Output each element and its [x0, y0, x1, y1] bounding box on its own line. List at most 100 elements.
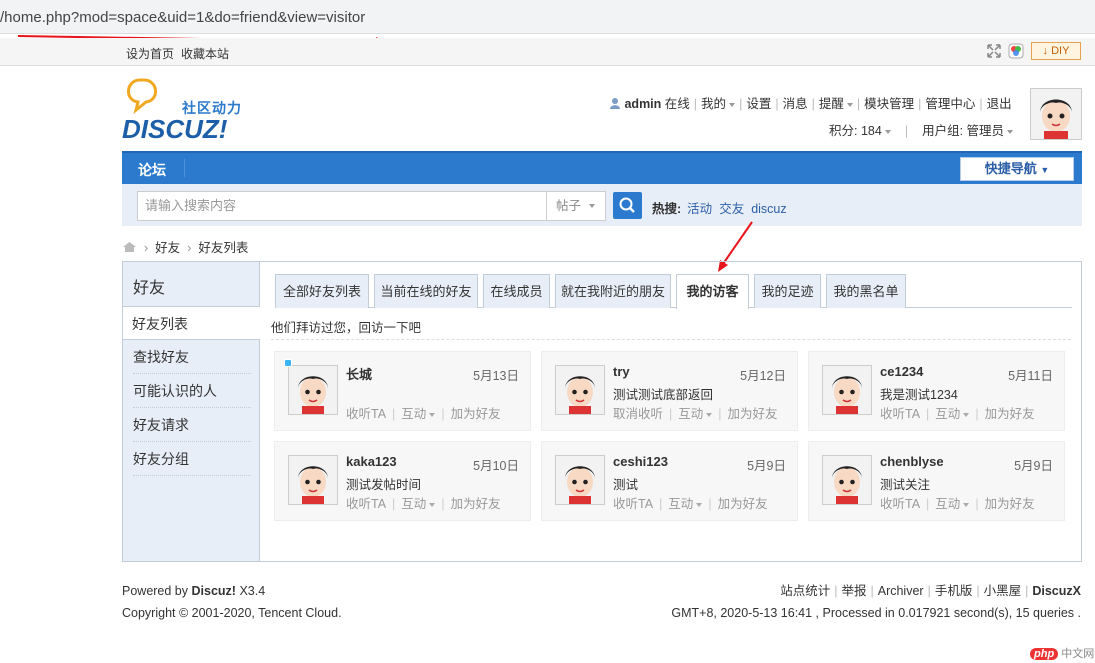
- footer-link-discuzx[interactable]: DiscuzX: [1032, 584, 1081, 598]
- interact-menu[interactable]: 互动: [401, 407, 436, 421]
- hot-search-item[interactable]: 活动: [687, 202, 712, 216]
- chevron-down-icon: [963, 502, 970, 507]
- interact-menu[interactable]: 互动: [401, 497, 436, 511]
- visitor-avatar[interactable]: [822, 365, 872, 415]
- logout-link[interactable]: 退出: [987, 97, 1012, 111]
- interact-menu[interactable]: 互动: [678, 407, 713, 421]
- quick-nav-button[interactable]: 快捷导航 ▼: [960, 157, 1074, 181]
- add-friend-link[interactable]: 加为好友: [718, 497, 768, 511]
- fullscreen-icon[interactable]: [986, 43, 1002, 59]
- visitor-name[interactable]: 长城: [346, 364, 372, 383]
- visitor-actions: 取消收听 | 互动 | 加为好友: [613, 407, 778, 421]
- powered-brand[interactable]: Discuz!: [192, 584, 236, 598]
- credits-menu[interactable]: 积分: 184: [829, 124, 891, 138]
- visitor-actions: 收听TA | 互动 | 加为好友: [613, 497, 768, 511]
- follow-link[interactable]: 收听TA: [613, 497, 653, 511]
- sidebar-item-may-know[interactable]: 可能认识的人: [133, 374, 251, 408]
- visitor-note: 他们拜访过您，回访一下吧: [271, 321, 422, 335]
- hot-search: 热搜: 活动 交友 discuz: [652, 198, 794, 217]
- visitor-avatar[interactable]: [555, 365, 605, 415]
- tab-my-visitors[interactable]: 我的访客: [676, 274, 749, 309]
- copyright: Copyright © 2001-2020, Tencent Cloud.: [122, 606, 342, 620]
- footer-link-stats[interactable]: 站点统计: [780, 584, 830, 598]
- sidebar-item-friend-groups[interactable]: 好友分组: [133, 442, 251, 476]
- footer-link-mobile[interactable]: 手机版: [935, 584, 973, 598]
- sidebar-item-friend-list[interactable]: 好友列表: [123, 306, 260, 340]
- visitor-avatar[interactable]: [822, 455, 872, 505]
- visit-date: 5月9日: [747, 459, 786, 473]
- watermark-badge: php: [1030, 648, 1059, 660]
- interact-label: 互动: [401, 497, 427, 511]
- set-home-link[interactable]: 设为首页: [126, 45, 174, 62]
- add-friend-link[interactable]: 加为好友: [985, 497, 1035, 511]
- visitor-avatar[interactable]: [288, 455, 338, 505]
- interact-menu[interactable]: 互动: [668, 497, 703, 511]
- admin-center-link[interactable]: 管理中心: [925, 97, 975, 111]
- visitor-avatar[interactable]: [555, 455, 605, 505]
- footer-right: 站点统计 | 举报 | Archiver | 手机版 | 小黑屋 | DiscuzX GMT+8, …: [671, 580, 1081, 624]
- sidebar-item-find-friends[interactable]: 查找好友: [133, 340, 251, 374]
- hot-search-item[interactable]: 交友: [719, 202, 744, 216]
- tab-my-footprints[interactable]: 我的足迹: [754, 274, 821, 308]
- follow-link[interactable]: 收听TA: [346, 497, 386, 511]
- theme-color-icon[interactable]: [1008, 43, 1024, 59]
- add-friend-link[interactable]: 加为好友: [985, 407, 1035, 421]
- visitor-actions: 收听TA | 互动 | 加为好友: [346, 407, 501, 421]
- nav-forum[interactable]: 论坛: [138, 160, 166, 180]
- sidebar-item-friend-requests[interactable]: 好友请求: [133, 408, 251, 442]
- hot-search-item[interactable]: discuz: [751, 202, 786, 216]
- add-friend-link[interactable]: 加为好友: [451, 407, 501, 421]
- interact-menu[interactable]: 互动: [935, 497, 970, 511]
- watermark-text: 中文网: [1061, 648, 1095, 660]
- home-icon[interactable]: [122, 241, 137, 253]
- sidebar: 好友 好友列表 查找好友 可能认识的人 好友请求 好友分组: [123, 262, 260, 561]
- visit-date: 5月12日: [740, 369, 786, 383]
- follow-link[interactable]: 取消收听: [613, 407, 663, 421]
- visitor-actions: 收听TA | 互动 | 加为好友: [880, 497, 1035, 511]
- tab-nearby-friends[interactable]: 就在我附近的朋友: [555, 274, 671, 308]
- bookmark-link[interactable]: 收藏本站: [181, 45, 229, 62]
- breadcrumb-friends[interactable]: 好友: [155, 241, 180, 255]
- tab-online-friends[interactable]: 当前在线的好友: [374, 274, 478, 308]
- user-avatar[interactable]: [1030, 88, 1082, 140]
- username-link[interactable]: admin: [624, 97, 661, 111]
- tab-blacklist[interactable]: 我的黑名单: [826, 274, 906, 308]
- interact-menu[interactable]: 互动: [935, 407, 970, 421]
- tab-online-members[interactable]: 在线成员: [483, 274, 550, 308]
- add-friend-link[interactable]: 加为好友: [728, 407, 778, 421]
- search-type-select[interactable]: 帖子: [546, 191, 606, 221]
- caret-down-icon: ▼: [1040, 165, 1050, 175]
- visitor-name[interactable]: ce1234: [880, 364, 923, 379]
- add-friend-link[interactable]: 加为好友: [451, 497, 501, 511]
- visitor-name[interactable]: try: [613, 364, 630, 379]
- usergroup-menu[interactable]: 用户组: 管理员: [922, 124, 1014, 138]
- user-nav: admin 在线 | 我的 | 设置 | 消息 | 提醒 | 模块管理 | 管理中心 | 退出: [609, 93, 1012, 112]
- visitor-avatar[interactable]: [288, 365, 338, 415]
- settings-link[interactable]: 设置: [746, 97, 771, 111]
- footer-link-report[interactable]: 举报: [841, 584, 866, 598]
- search-button[interactable]: [613, 192, 642, 219]
- follow-link[interactable]: 收听TA: [346, 407, 386, 421]
- reminder-menu[interactable]: 提醒: [819, 97, 853, 111]
- visitor-name[interactable]: chenblyse: [880, 454, 944, 469]
- visitor-name[interactable]: kaka123: [346, 454, 397, 469]
- module-manage-link[interactable]: 模块管理: [864, 97, 914, 111]
- interact-label: 互动: [935, 497, 961, 511]
- chevron-down-icon: [589, 204, 595, 208]
- follow-link[interactable]: 收听TA: [880, 497, 920, 511]
- search-input[interactable]: 请输入搜索内容: [137, 191, 547, 221]
- visitor-name[interactable]: ceshi123: [613, 454, 668, 469]
- my-menu[interactable]: 我的: [701, 97, 736, 111]
- powered-prefix: Powered by: [122, 584, 189, 598]
- breadcrumb-friend-list[interactable]: 好友列表: [198, 241, 248, 255]
- tab-all-friends[interactable]: 全部好友列表: [275, 274, 369, 308]
- visitor-card: try 5月12日 测试测试底部返回 取消收听 | 互动 | 加为好友: [541, 351, 798, 431]
- footer-link-archiver[interactable]: Archiver: [878, 584, 924, 598]
- follow-link[interactable]: 收听TA: [880, 407, 920, 421]
- discuz-logo[interactable]: 社区动力 DISCUZ!: [122, 76, 262, 146]
- footer-link-blackroom[interactable]: 小黑屋: [984, 584, 1022, 598]
- visit-date: 5月11日: [1008, 369, 1053, 383]
- url-text[interactable]: /home.php?mod=space&uid=1&do=friend&view…: [0, 9, 365, 26]
- messages-link[interactable]: 消息: [783, 97, 808, 111]
- diy-button[interactable]: ↓ DIY: [1031, 42, 1081, 60]
